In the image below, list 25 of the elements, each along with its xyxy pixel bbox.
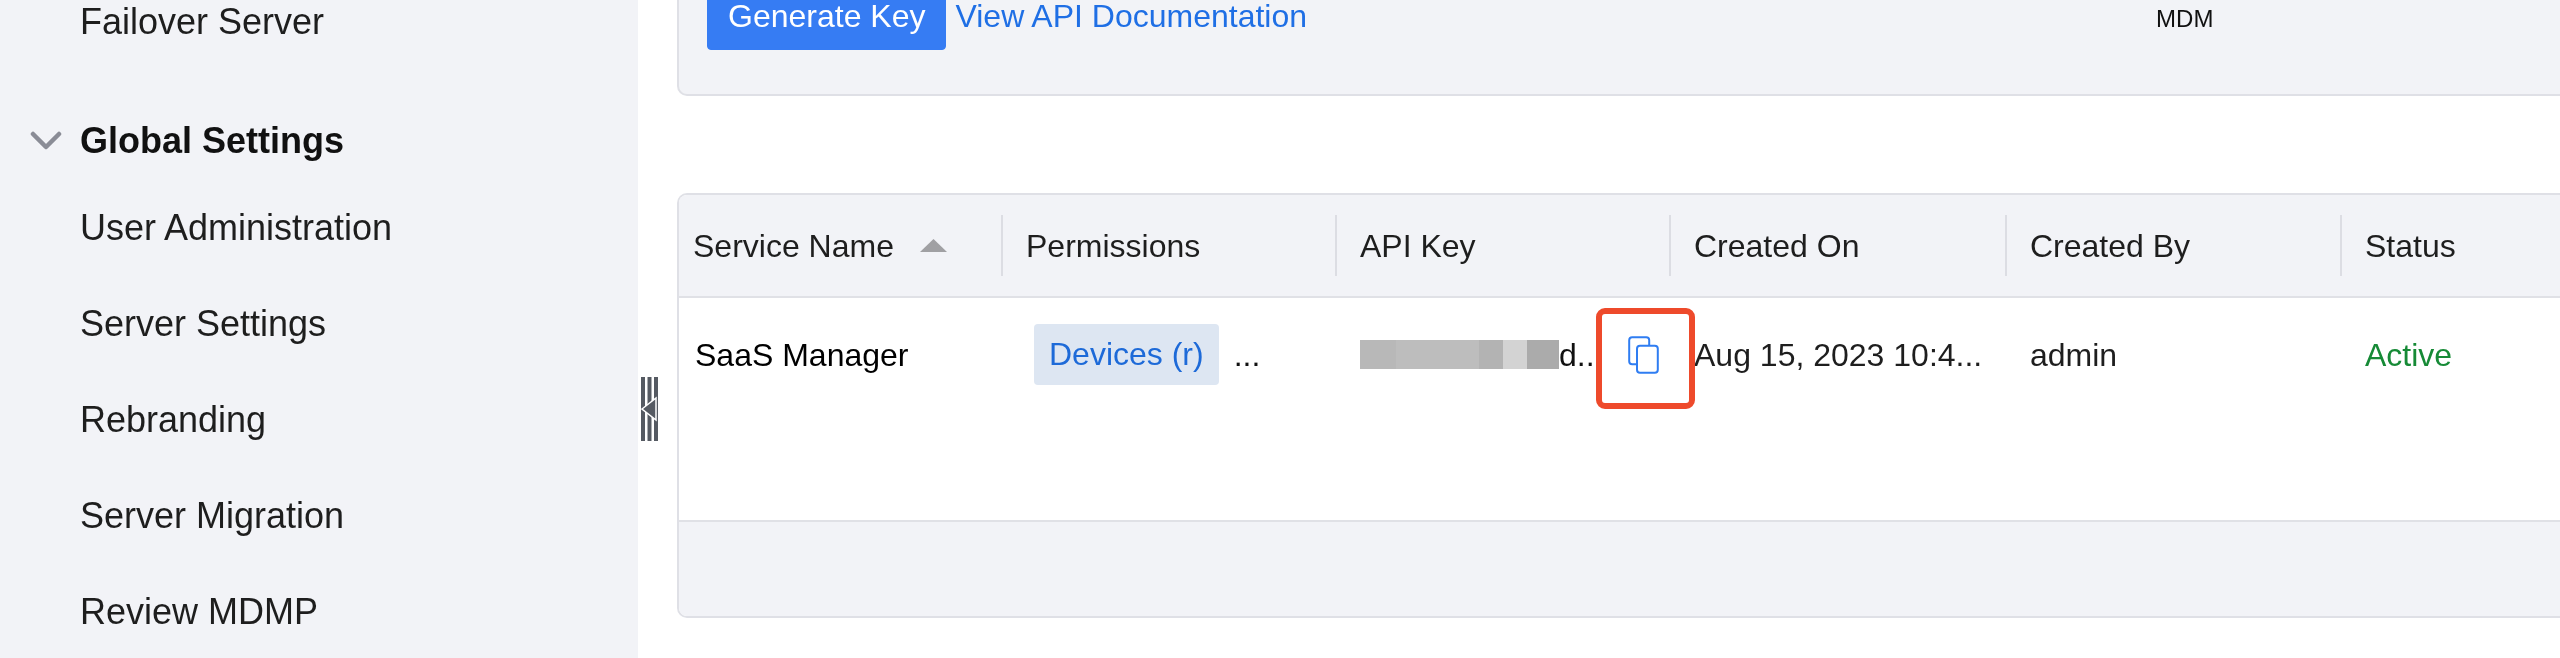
documentation-link[interactable]: View API Documentation <box>955 0 1308 35</box>
sidebar-item[interactable]: Server Settings <box>80 302 327 345</box>
column-header[interactable]: API Key <box>1335 215 1476 276</box>
created-on-text: Aug 15, 2023 10:4... <box>1694 335 1983 375</box>
service-name-text: SaaS Manager <box>695 335 909 375</box>
sidebar-item[interactable]: Failover Server <box>80 0 325 43</box>
column-header[interactable]: Permissions <box>1001 215 1201 276</box>
column-header[interactable]: Status <box>2340 215 2456 276</box>
more-permissions-text: ... <box>1233 335 1261 375</box>
section-header[interactable]: Global Settings <box>30 119 345 162</box>
panel-text: MDM <box>2156 4 2214 34</box>
status-text: Active <box>2365 335 2453 375</box>
created-by-text: admin <box>2030 335 2118 375</box>
api-key-text: d.. <box>1559 335 1595 375</box>
column-header[interactable]: Created On <box>1669 215 1860 276</box>
sidebar-item[interactable]: Rebranding <box>80 398 267 441</box>
column-header[interactable]: Service Name <box>679 215 947 276</box>
generate-key-button[interactable]: Generate Key <box>707 0 947 50</box>
permission-tag: Devices (r) <box>1034 324 1219 385</box>
sidebar-item[interactable]: User Administration <box>80 206 393 249</box>
sidebar-item[interactable]: Review MDMP <box>80 590 319 633</box>
column-header[interactable]: Created By <box>2005 215 2191 276</box>
copy-icon[interactable] <box>1627 335 1659 374</box>
collapse-handle-icon[interactable] <box>641 377 658 441</box>
sidebar-item[interactable]: Server Migration <box>80 494 345 537</box>
